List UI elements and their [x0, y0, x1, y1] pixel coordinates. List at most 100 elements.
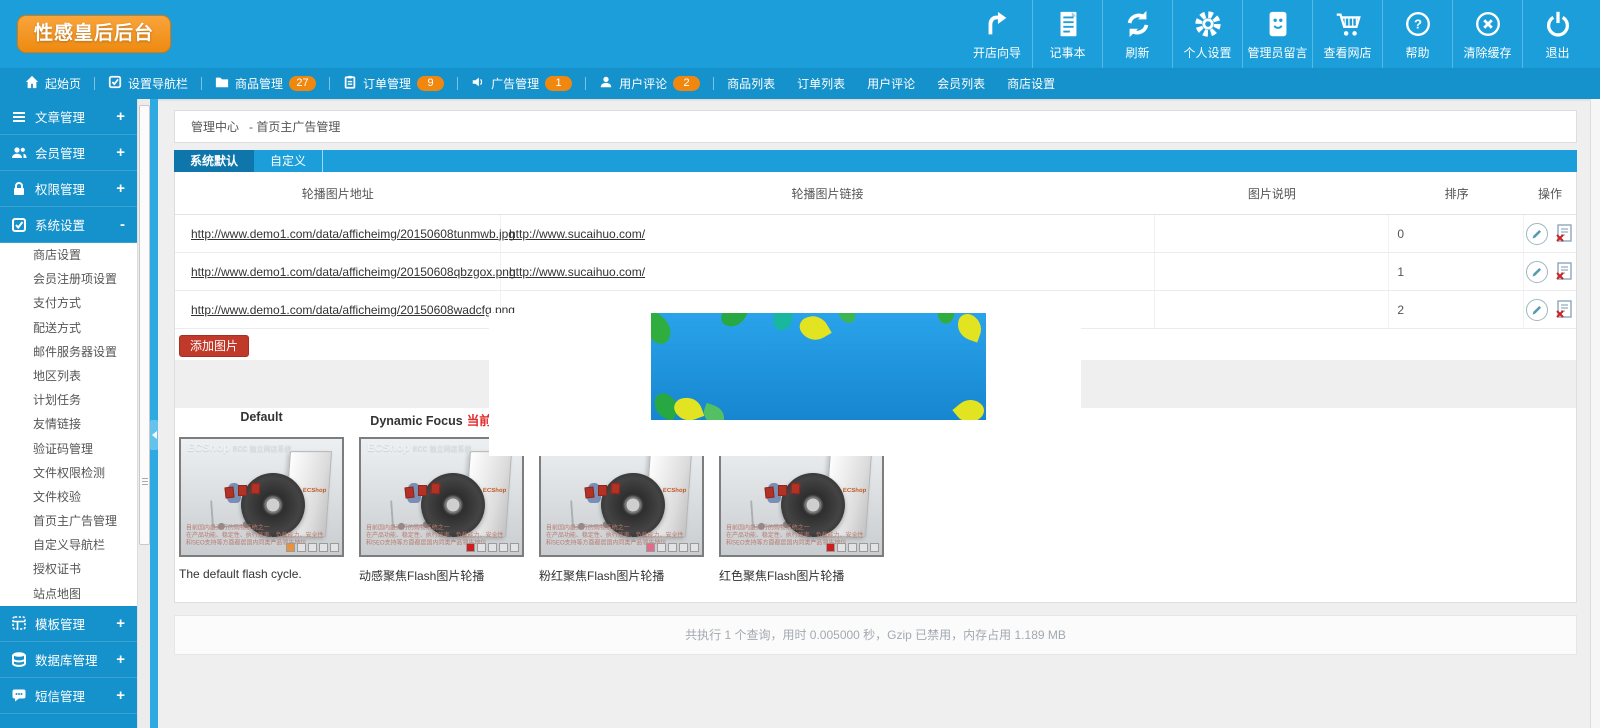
- sidebar-item-member-register-settings[interactable]: 会员注册项设置: [0, 267, 137, 291]
- image-url-link[interactable]: http://www.demo1.com/data/afficheimg/201…: [191, 227, 515, 241]
- nav-item-user-comments-admin[interactable]: 用户评论 2: [588, 75, 711, 92]
- nav-item-goods-list[interactable]: 商品列表: [716, 75, 786, 92]
- checkbox-icon: [108, 75, 122, 92]
- section-label: 数据库管理: [35, 650, 98, 669]
- tab-separator: [322, 150, 323, 172]
- style-name-text: Dynamic Focus: [370, 414, 462, 428]
- personal-settings-button[interactable]: 个人设置: [1172, 0, 1242, 68]
- sort-value: 2: [1397, 303, 1404, 317]
- page-scrollbar-track[interactable]: [1590, 99, 1600, 728]
- admin-message-button[interactable]: 管理员留言: [1242, 0, 1312, 68]
- sidebar-section-member[interactable]: 会员管理 +: [0, 135, 137, 171]
- sidebar-item-payment-methods[interactable]: 支付方式: [0, 291, 137, 315]
- nav-item-start-page[interactable]: 起始页: [14, 75, 92, 92]
- edit-button[interactable]: [1526, 223, 1548, 245]
- sidebar-section-template[interactable]: 模板管理 +: [0, 606, 137, 642]
- breadcrumb: 管理中心 - 首页主广告管理: [174, 110, 1577, 143]
- expand-icon: +: [116, 687, 125, 704]
- delete-button[interactable]: [1554, 261, 1574, 281]
- main-content-panel: 轮播图片地址 轮播图片链接 图片说明 排序 操作 http://www.demo…: [174, 172, 1577, 603]
- sidebar-item-file-permission-check[interactable]: 文件权限检测: [0, 461, 137, 485]
- sidebar-section-permission[interactable]: 权限管理 +: [0, 171, 137, 207]
- nav-item-shop-settings[interactable]: 商店设置: [996, 75, 1066, 92]
- sidebar-splitter[interactable]: [150, 99, 158, 728]
- sidebar-scrollbar-track[interactable]: [137, 99, 150, 728]
- link-url-link[interactable]: http://www.sucaihuo.com/: [509, 265, 645, 279]
- sidebar-section-sms[interactable]: 短信管理 +: [0, 678, 137, 714]
- sidebar-item-sitemap[interactable]: 站点地图: [0, 582, 137, 606]
- delete-button[interactable]: [1554, 223, 1574, 243]
- nav-item-goods-admin[interactable]: 商品管理 27: [204, 75, 327, 92]
- sidebar-item-home-main-ad[interactable]: 首页主广告管理: [0, 509, 137, 533]
- collapse-icon: -: [120, 216, 125, 233]
- tab-custom[interactable]: 自定义: [254, 150, 322, 172]
- tab-system-default[interactable]: 系统默认: [174, 150, 254, 172]
- nav-item-order-list[interactable]: 订单列表: [786, 75, 856, 92]
- box-front: [598, 485, 607, 496]
- nav-item-user-comments[interactable]: 用户评论: [856, 75, 926, 92]
- nav-item-nav-settings[interactable]: 设置导航栏: [97, 75, 199, 92]
- sidebar-item-shop-settings[interactable]: 商店设置: [0, 243, 137, 267]
- tool-label: 个人设置: [1183, 44, 1231, 61]
- notepad-icon: [1053, 8, 1083, 40]
- sidebar-scrollbar-thumb[interactable]: [139, 105, 150, 545]
- nav-label: 商品列表: [727, 75, 775, 92]
- nav-item-member-list[interactable]: 会员列表: [926, 75, 996, 92]
- breadcrumb-root[interactable]: 管理中心: [191, 118, 239, 135]
- sidebar-item-mail-server[interactable]: 邮件服务器设置: [0, 340, 137, 364]
- sidebar-item-shipping-methods[interactable]: 配送方式: [0, 316, 137, 340]
- sidebar-item-region-list[interactable]: 地区列表: [0, 364, 137, 388]
- sidebar-section-system[interactable]: 系统设置 -: [0, 207, 137, 243]
- box-front: [404, 487, 414, 499]
- sidebar-section-article[interactable]: 文章管理 +: [0, 99, 137, 135]
- tool-label: 清除缓存: [1463, 44, 1511, 61]
- table-row: http://www.demo1.com/data/afficheimg/201…: [175, 215, 1576, 253]
- sidebar-collapse-handle[interactable]: [150, 420, 158, 450]
- image-url-link[interactable]: http://www.demo1.com/data/afficheimg/201…: [191, 303, 515, 317]
- tool-label: 管理员留言: [1247, 44, 1307, 61]
- chat-bubble-icon: [10, 687, 28, 703]
- col-header-sort: 排序: [1389, 185, 1524, 202]
- view-shop-button[interactable]: 查看网店: [1312, 0, 1382, 68]
- expand-icon: +: [116, 108, 125, 125]
- sidebar-item-custom-navbar[interactable]: 自定义导航栏: [0, 533, 137, 557]
- notepad-button[interactable]: 记事本: [1032, 0, 1102, 68]
- goods-count-badge: 27: [289, 76, 316, 91]
- help-button[interactable]: ? 帮助: [1382, 0, 1452, 68]
- box-front: [791, 483, 801, 495]
- sidebar-section-database[interactable]: 数据库管理 +: [0, 642, 137, 678]
- users-icon: [10, 145, 28, 161]
- sidebar-item-file-verify[interactable]: 文件校验: [0, 485, 137, 509]
- nav-item-order-admin[interactable]: 订单管理 9: [332, 75, 455, 92]
- comment-count-badge: 2: [673, 76, 700, 91]
- checkbox-icon: [10, 217, 28, 233]
- nav-item-ad-admin[interactable]: 广告管理 1: [460, 75, 583, 92]
- refresh-button[interactable]: 刷新: [1102, 0, 1172, 68]
- sidebar-item-license[interactable]: 授权证书: [0, 557, 137, 581]
- shop-wizard-button[interactable]: 开店向导: [962, 0, 1032, 68]
- delete-button[interactable]: [1554, 299, 1574, 319]
- sidebar-item-captcha[interactable]: 验证码管理: [0, 437, 137, 461]
- link-url-link[interactable]: http://www.sucaihuo.com/: [509, 227, 645, 241]
- image-url-link[interactable]: http://www.demo1.com/data/afficheimg/201…: [191, 265, 516, 279]
- shop-wizard-icon: [982, 8, 1012, 40]
- add-image-button[interactable]: 添加图片: [179, 335, 249, 357]
- clipboard-icon: [343, 75, 357, 92]
- system-submenu: 商店设置 会员注册项设置 支付方式 配送方式 邮件服务器设置 地区列表 计划任务…: [0, 243, 137, 606]
- edit-button[interactable]: [1526, 261, 1548, 283]
- nav-separator: [585, 77, 586, 90]
- style-caption: 粉红聚焦Flash图片轮播: [539, 567, 708, 584]
- speaker-icon: [471, 75, 485, 92]
- nav-label: 商店设置: [1007, 75, 1055, 92]
- tool-label: 退出: [1545, 44, 1569, 61]
- sidebar-item-cron-tasks[interactable]: 计划任务: [0, 388, 137, 412]
- tool-label: 查看网店: [1323, 44, 1371, 61]
- sidebar-item-friend-links[interactable]: 友情链接: [0, 412, 137, 436]
- home-icon: [25, 75, 39, 92]
- style-thumbnail[interactable]: ECShopECC 独立网店系统 ECShop 目前国内最流行的购物系统之一 在…: [179, 437, 344, 557]
- gear-icon: [1193, 8, 1223, 40]
- logout-button[interactable]: 退出: [1522, 0, 1592, 68]
- tool-label: 刷新: [1125, 44, 1149, 61]
- clear-cache-button[interactable]: 清除缓存: [1452, 0, 1522, 68]
- edit-button[interactable]: [1526, 299, 1548, 321]
